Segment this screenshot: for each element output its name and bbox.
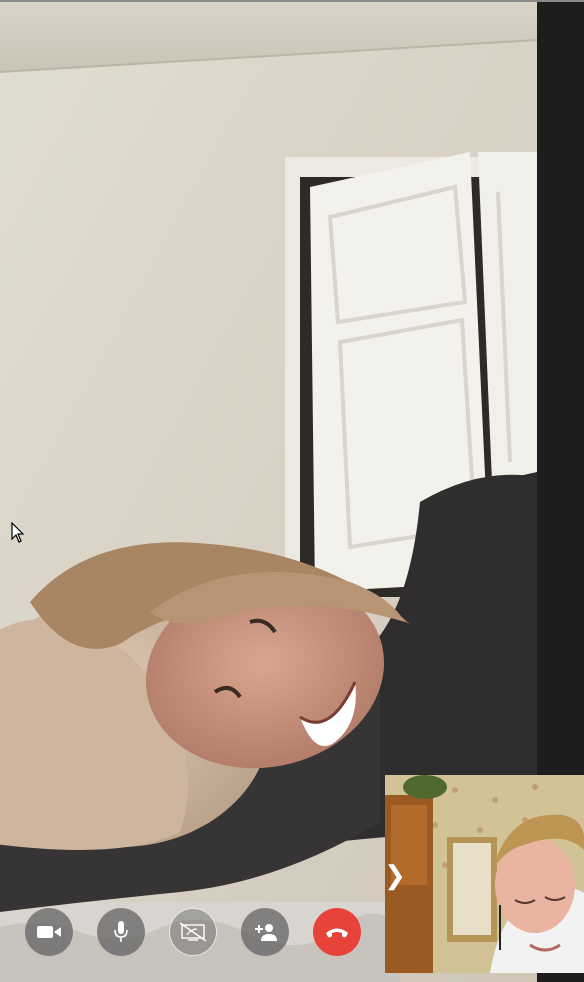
video-camera-icon bbox=[37, 926, 61, 938]
toggle-video-button[interactable] bbox=[25, 908, 73, 956]
screen-share-icon bbox=[179, 922, 207, 942]
toggle-mic-button[interactable] bbox=[97, 908, 145, 956]
call-controls-bar bbox=[25, 908, 361, 956]
microphone-icon bbox=[114, 921, 128, 942]
share-screen-button[interactable] bbox=[169, 908, 217, 956]
mouse-cursor-icon bbox=[11, 522, 25, 543]
collapse-self-view-chevron-icon[interactable]: ❯ bbox=[384, 858, 406, 892]
self-view-preview[interactable] bbox=[385, 775, 584, 973]
self-camera-preview-image bbox=[385, 775, 584, 973]
hang-up-icon bbox=[326, 928, 348, 938]
add-participant-button[interactable] bbox=[241, 908, 289, 956]
end-call-button[interactable] bbox=[313, 908, 361, 956]
video-call-window: ❯ bbox=[0, 0, 584, 982]
add-person-icon bbox=[255, 924, 277, 941]
